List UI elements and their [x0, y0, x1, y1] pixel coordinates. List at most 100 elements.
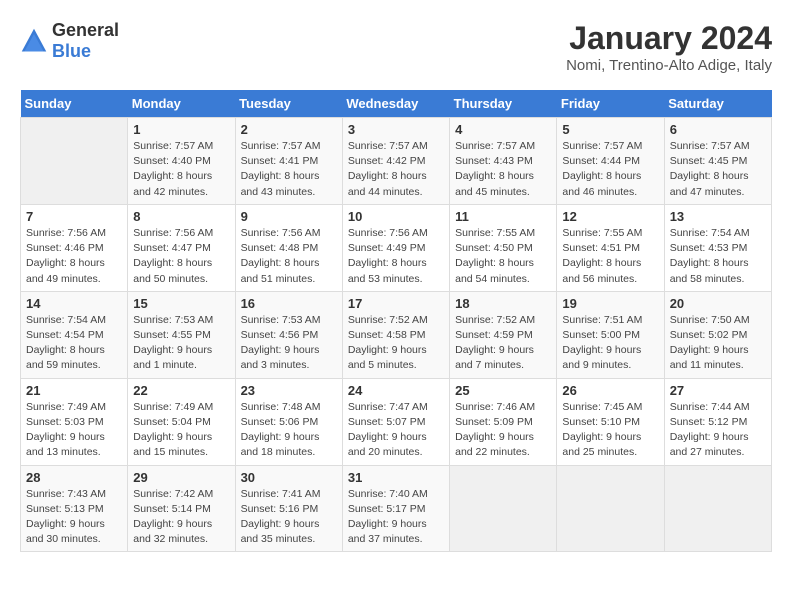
calendar-cell — [450, 465, 557, 552]
day-number: 7 — [26, 209, 122, 224]
day-number: 29 — [133, 470, 229, 485]
calendar-cell: 9 Sunrise: 7:56 AMSunset: 4:48 PMDaylight… — [235, 204, 342, 291]
calendar-cell — [557, 465, 664, 552]
day-info: Sunrise: 7:53 AMSunset: 4:55 PMDaylight:… — [133, 313, 229, 374]
day-number: 26 — [562, 383, 658, 398]
header-thursday: Thursday — [450, 90, 557, 118]
day-info: Sunrise: 7:57 AMSunset: 4:42 PMDaylight:… — [348, 139, 444, 200]
calendar-cell: 23 Sunrise: 7:48 AMSunset: 5:06 PMDayligh… — [235, 378, 342, 465]
title-block: January 2024 Nomi, Trentino-Alto Adige, … — [566, 20, 772, 74]
day-info: Sunrise: 7:48 AMSunset: 5:06 PMDaylight:… — [241, 400, 337, 461]
day-info: Sunrise: 7:57 AMSunset: 4:43 PMDaylight:… — [455, 139, 551, 200]
day-number: 22 — [133, 383, 229, 398]
day-number: 12 — [562, 209, 658, 224]
calendar-week-5: 28 Sunrise: 7:43 AMSunset: 5:13 PMDayligh… — [21, 465, 772, 552]
calendar-cell — [21, 118, 128, 205]
calendar-cell: 12 Sunrise: 7:55 AMSunset: 4:51 PMDayligh… — [557, 204, 664, 291]
header-saturday: Saturday — [664, 90, 771, 118]
day-info: Sunrise: 7:57 AMSunset: 4:40 PMDaylight:… — [133, 139, 229, 200]
calendar-cell: 10 Sunrise: 7:56 AMSunset: 4:49 PMDayligh… — [342, 204, 449, 291]
calendar-cell: 16 Sunrise: 7:53 AMSunset: 4:56 PMDayligh… — [235, 291, 342, 378]
logo-blue: Blue — [52, 41, 91, 61]
day-number: 25 — [455, 383, 551, 398]
calendar-cell — [664, 465, 771, 552]
calendar-cell: 4 Sunrise: 7:57 AMSunset: 4:43 PMDaylight… — [450, 118, 557, 205]
header-friday: Friday — [557, 90, 664, 118]
day-info: Sunrise: 7:50 AMSunset: 5:02 PMDaylight:… — [670, 313, 766, 374]
day-info: Sunrise: 7:52 AMSunset: 4:59 PMDaylight:… — [455, 313, 551, 374]
calendar-cell: 18 Sunrise: 7:52 AMSunset: 4:59 PMDayligh… — [450, 291, 557, 378]
day-number: 2 — [241, 122, 337, 137]
header-wednesday: Wednesday — [342, 90, 449, 118]
day-number: 4 — [455, 122, 551, 137]
calendar-cell: 27 Sunrise: 7:44 AMSunset: 5:12 PMDayligh… — [664, 378, 771, 465]
day-info: Sunrise: 7:55 AMSunset: 4:50 PMDaylight:… — [455, 226, 551, 287]
day-number: 9 — [241, 209, 337, 224]
day-info: Sunrise: 7:46 AMSunset: 5:09 PMDaylight:… — [455, 400, 551, 461]
logo: General Blue — [20, 20, 119, 62]
day-number: 30 — [241, 470, 337, 485]
day-number: 18 — [455, 296, 551, 311]
day-number: 23 — [241, 383, 337, 398]
calendar-table: SundayMondayTuesdayWednesdayThursdayFrid… — [20, 90, 772, 552]
day-info: Sunrise: 7:43 AMSunset: 5:13 PMDaylight:… — [26, 487, 122, 548]
calendar-cell: 2Sunrise: 7:57 AMSunset: 4:41 PMDaylight… — [235, 118, 342, 205]
subtitle: Nomi, Trentino-Alto Adige, Italy — [566, 57, 772, 74]
day-info: Sunrise: 7:56 AMSunset: 4:46 PMDaylight:… — [26, 226, 122, 287]
header-sunday: Sunday — [21, 90, 128, 118]
day-number: 17 — [348, 296, 444, 311]
day-info: Sunrise: 7:56 AMSunset: 4:48 PMDaylight:… — [241, 226, 337, 287]
calendar-cell: 31 Sunrise: 7:40 AMSunset: 5:17 PMDayligh… — [342, 465, 449, 552]
calendar-cell: 26Sunrise: 7:45 AMSunset: 5:10 PMDayligh… — [557, 378, 664, 465]
day-info: Sunrise: 7:42 AMSunset: 5:14 PMDaylight:… — [133, 487, 229, 548]
day-info: Sunrise: 7:56 AMSunset: 4:47 PMDaylight:… — [133, 226, 229, 287]
day-number: 14 — [26, 296, 122, 311]
day-info: Sunrise: 7:49 AMSunset: 5:03 PMDaylight:… — [26, 400, 122, 461]
calendar-cell: 11 Sunrise: 7:55 AMSunset: 4:50 PMDayligh… — [450, 204, 557, 291]
day-info: Sunrise: 7:44 AMSunset: 5:12 PMDaylight:… — [670, 400, 766, 461]
day-number: 3 — [348, 122, 444, 137]
day-number: 6 — [670, 122, 766, 137]
calendar-week-2: 7 Sunrise: 7:56 AMSunset: 4:46 PMDaylight… — [21, 204, 772, 291]
calendar-cell: 5Sunrise: 7:57 AMSunset: 4:44 PMDaylight… — [557, 118, 664, 205]
day-number: 11 — [455, 209, 551, 224]
day-info: Sunrise: 7:47 AMSunset: 5:07 PMDaylight:… — [348, 400, 444, 461]
main-title: January 2024 — [566, 20, 772, 57]
calendar-cell: 13Sunrise: 7:54 AMSunset: 4:53 PMDayligh… — [664, 204, 771, 291]
day-number: 27 — [670, 383, 766, 398]
day-number: 16 — [241, 296, 337, 311]
calendar-cell: 6 Sunrise: 7:57 AMSunset: 4:45 PMDaylight… — [664, 118, 771, 205]
header-monday: Monday — [128, 90, 235, 118]
calendar-cell: 15Sunrise: 7:53 AMSunset: 4:55 PMDayligh… — [128, 291, 235, 378]
day-number: 8 — [133, 209, 229, 224]
day-number: 28 — [26, 470, 122, 485]
calendar-cell: 28 Sunrise: 7:43 AMSunset: 5:13 PMDayligh… — [21, 465, 128, 552]
day-number: 19 — [562, 296, 658, 311]
day-info: Sunrise: 7:57 AMSunset: 4:45 PMDaylight:… — [670, 139, 766, 200]
calendar-cell: 7 Sunrise: 7:56 AMSunset: 4:46 PMDaylight… — [21, 204, 128, 291]
day-number: 31 — [348, 470, 444, 485]
day-info: Sunrise: 7:55 AMSunset: 4:51 PMDaylight:… — [562, 226, 658, 287]
day-info: Sunrise: 7:56 AMSunset: 4:49 PMDaylight:… — [348, 226, 444, 287]
calendar-week-4: 21 Sunrise: 7:49 AMSunset: 5:03 PMDayligh… — [21, 378, 772, 465]
header-tuesday: Tuesday — [235, 90, 342, 118]
calendar-cell: 21 Sunrise: 7:49 AMSunset: 5:03 PMDayligh… — [21, 378, 128, 465]
calendar-cell: 8 Sunrise: 7:56 AMSunset: 4:47 PMDaylight… — [128, 204, 235, 291]
day-number: 21 — [26, 383, 122, 398]
calendar-cell: 24Sunrise: 7:47 AMSunset: 5:07 PMDayligh… — [342, 378, 449, 465]
day-info: Sunrise: 7:54 AMSunset: 4:53 PMDaylight:… — [670, 226, 766, 287]
calendar-cell: 14Sunrise: 7:54 AMSunset: 4:54 PMDayligh… — [21, 291, 128, 378]
day-number: 5 — [562, 122, 658, 137]
calendar-cell: 3 Sunrise: 7:57 AMSunset: 4:42 PMDaylight… — [342, 118, 449, 205]
calendar-week-1: 1Sunrise: 7:57 AMSunset: 4:40 PMDaylight… — [21, 118, 772, 205]
calendar-header-row: SundayMondayTuesdayWednesdayThursdayFrid… — [21, 90, 772, 118]
calendar-cell: 19Sunrise: 7:51 AMSunset: 5:00 PMDayligh… — [557, 291, 664, 378]
day-info: Sunrise: 7:49 AMSunset: 5:04 PMDaylight:… — [133, 400, 229, 461]
calendar-cell: 29 Sunrise: 7:42 AMSunset: 5:14 PMDayligh… — [128, 465, 235, 552]
page-header: General Blue January 2024 Nomi, Trentino… — [20, 20, 772, 74]
day-info: Sunrise: 7:40 AMSunset: 5:17 PMDaylight:… — [348, 487, 444, 548]
day-info: Sunrise: 7:53 AMSunset: 4:56 PMDaylight:… — [241, 313, 337, 374]
logo-icon — [20, 27, 48, 55]
logo-general: General — [52, 20, 119, 40]
day-number: 10 — [348, 209, 444, 224]
